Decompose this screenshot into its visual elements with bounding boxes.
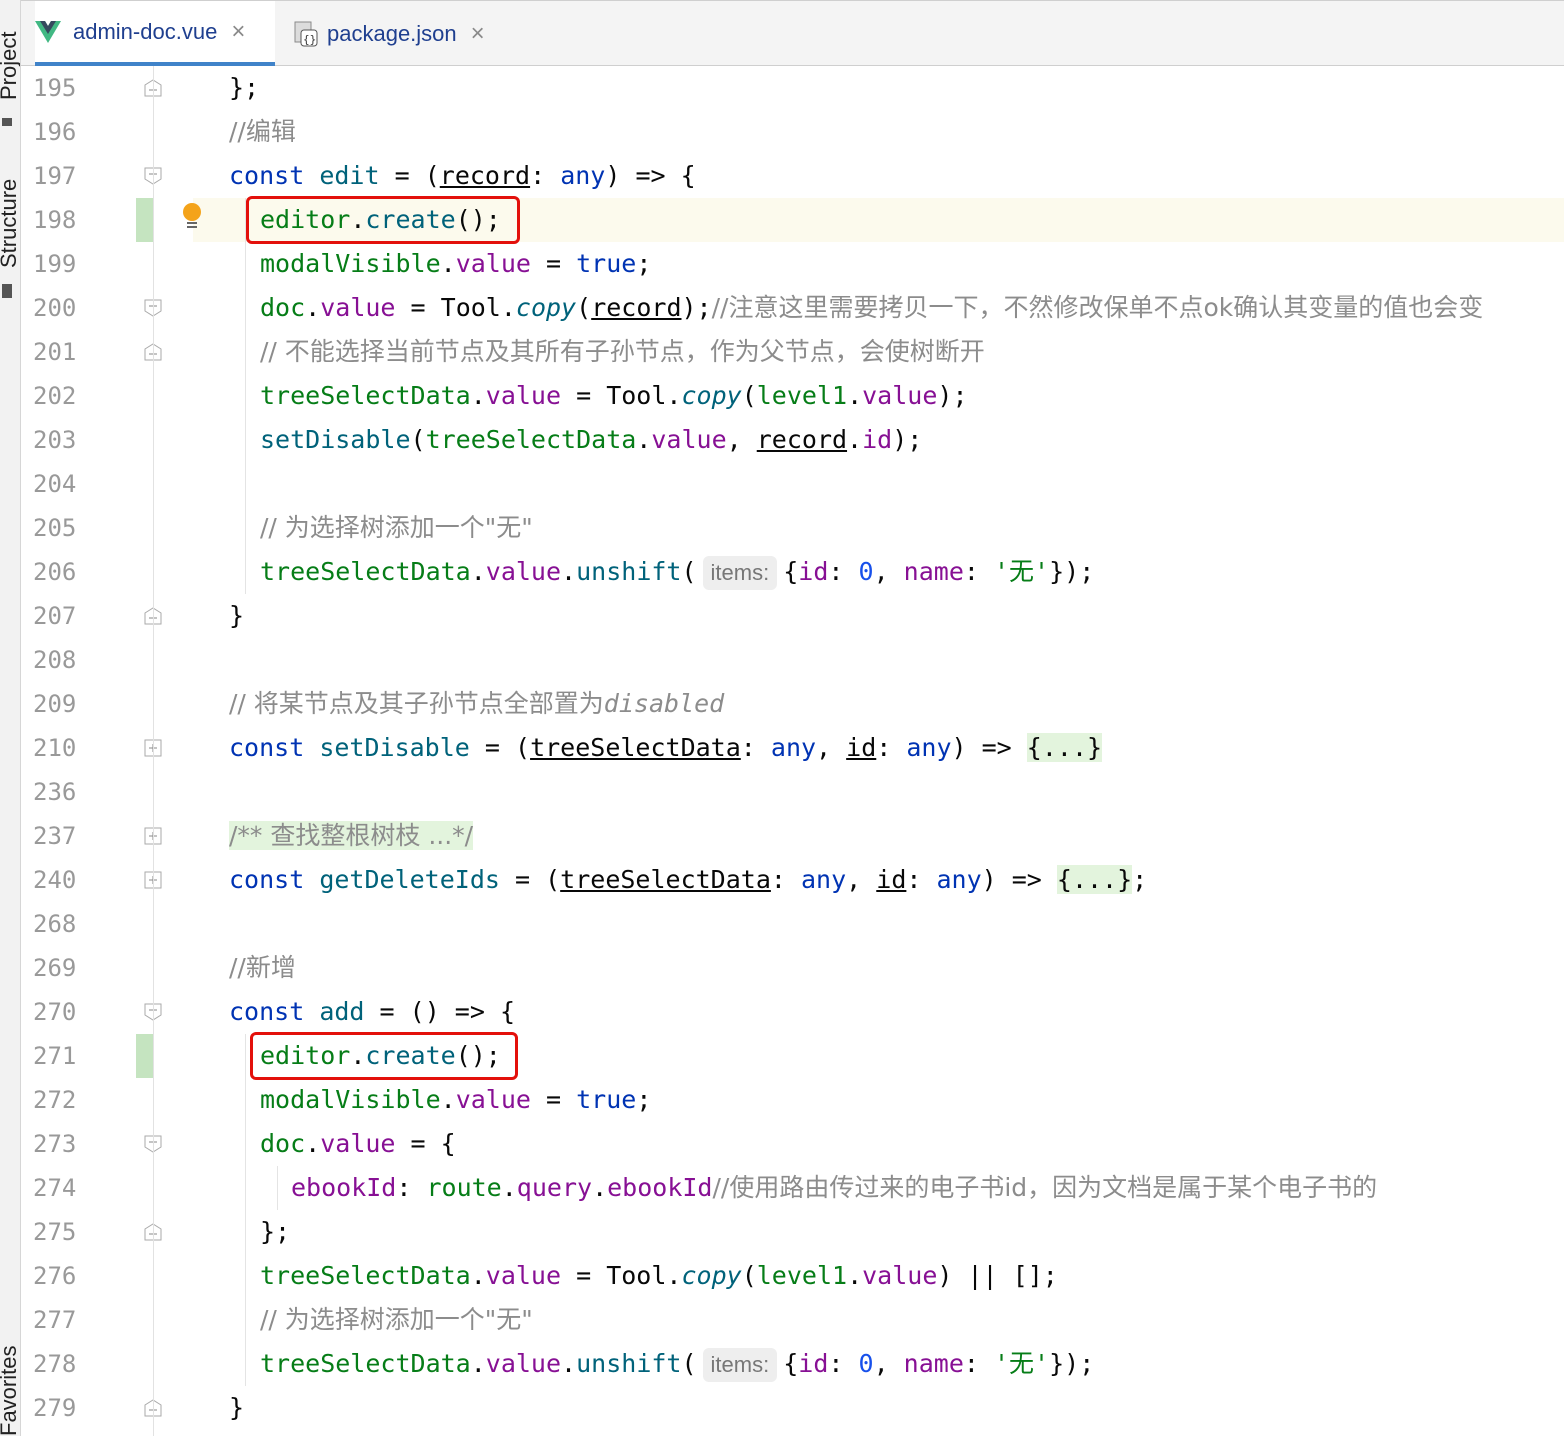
- code-editor[interactable]: }; //编辑 const edit = (record: any) => { …: [183, 66, 1564, 1436]
- code-line: treeSelectData.value.unshift(items: {id: …: [260, 1342, 1094, 1386]
- structure-tool-tab[interactable]: Structure: [0, 179, 20, 268]
- structure-icon: [2, 284, 12, 298]
- gutter-separator: [153, 66, 154, 1436]
- parameter-hint: items:: [702, 556, 778, 590]
- editor-tab-bar: admin-doc.vue × {} package.json ×: [21, 0, 1564, 66]
- line-number: 195: [33, 74, 77, 102]
- code-line: modalVisible.value = true;: [260, 249, 652, 278]
- line-number: 206: [33, 558, 77, 586]
- indent-guide: [245, 198, 246, 594]
- comment: //使用路由传过来的电子书id，因为文档是属于某个电子书的: [712, 1173, 1378, 1202]
- line-number: 277: [33, 1306, 77, 1334]
- code-line: treeSelectData.value.unshift(items: {id: …: [260, 550, 1094, 594]
- code-line: }: [229, 601, 245, 630]
- comment: // 为选择树添加一个"无": [260, 513, 533, 542]
- change-marker[interactable]: [136, 1034, 154, 1078]
- folder-icon: [2, 118, 12, 126]
- project-tool-tab[interactable]: Project: [0, 32, 20, 100]
- tab-label: package.json: [327, 20, 457, 46]
- code-line: const getDeleteIds = (treeSelectData: an…: [229, 865, 1148, 894]
- code-line: doc.value = {: [260, 1129, 456, 1158]
- line-number: 209: [33, 690, 77, 718]
- code-line: const add = () => {: [229, 997, 515, 1026]
- folded-doc-comment[interactable]: /** 查找整根树枝 ...*/: [229, 821, 474, 850]
- line-number: 276: [33, 1262, 77, 1290]
- vue-icon: [35, 20, 61, 43]
- line-number: 197: [33, 162, 77, 190]
- tab-label: admin-doc.vue: [73, 18, 218, 44]
- code-line: modalVisible.value = true;: [260, 1085, 652, 1114]
- tab-admin-doc-vue[interactable]: admin-doc.vue ×: [35, 1, 275, 66]
- line-number: 201: [33, 338, 77, 366]
- line-number: 273: [33, 1130, 77, 1158]
- line-number: 274: [33, 1174, 77, 1202]
- code-line: // 将某节点及其子孙节点全部置为disabled: [229, 682, 724, 726]
- line-number: 269: [33, 954, 77, 982]
- code-line: }: [229, 1393, 245, 1422]
- change-marker[interactable]: [136, 198, 154, 242]
- svg-text:{}: {}: [303, 33, 316, 46]
- indent-guide: [245, 1034, 246, 1386]
- line-number: 210: [33, 734, 77, 762]
- comment: // 不能选择当前节点及其所有子孙节点，作为父节点，会使树断开: [260, 337, 985, 366]
- tool-window-strip: Project Structure Favorites: [0, 0, 21, 1436]
- line-number: 202: [33, 382, 77, 410]
- comment: // 将某节点及其子孙节点全部置为: [229, 689, 604, 718]
- line-number: 268: [33, 910, 77, 938]
- folded-region[interactable]: {...}: [1056, 865, 1133, 894]
- close-icon[interactable]: ×: [231, 18, 245, 46]
- code-line: treeSelectData.value = Tool.copy(level1.…: [260, 1261, 1058, 1290]
- code-line: // 不能选择当前节点及其所有子孙节点，作为父节点，会使树断开: [260, 330, 985, 374]
- line-number: 275: [33, 1218, 77, 1246]
- lightbulb-icon[interactable]: [181, 202, 203, 232]
- line-number: 207: [33, 602, 77, 630]
- indent-guide: [277, 1166, 278, 1210]
- line-number: 240: [33, 866, 77, 894]
- code-line: //新增: [229, 946, 296, 990]
- line-number: 196: [33, 118, 77, 146]
- json-file-icon: {}: [294, 21, 318, 46]
- code-line: ebookId: route.query.ebookId//使用路由传过来的电子…: [291, 1173, 1378, 1202]
- comment: disabled: [603, 689, 725, 718]
- code-line: // 为选择树添加一个"无": [260, 506, 533, 550]
- line-number: 204: [33, 470, 77, 498]
- line-number: 200: [33, 294, 77, 322]
- code-line: // 为选择树添加一个"无": [260, 1298, 533, 1342]
- tab-package-json[interactable]: {} package.json ×: [293, 1, 485, 66]
- close-icon[interactable]: ×: [471, 20, 485, 48]
- line-number: 270: [33, 998, 77, 1026]
- annotation-highlight-box: [246, 196, 520, 244]
- favorites-tool-tab[interactable]: Favorites: [0, 1346, 20, 1436]
- line-number: 203: [33, 426, 77, 454]
- line-number: 272: [33, 1086, 77, 1114]
- comment: //注意这里需要拷贝一下，不然修改保单不点ok确认其变量的值也会变: [711, 293, 1484, 322]
- comment: // 为选择树添加一个"无": [260, 1305, 533, 1334]
- editor-gutter: 195 196 197 198 199 200 201 202 203 204 …: [21, 66, 193, 1436]
- line-number: 271: [33, 1042, 77, 1070]
- comment: //编辑: [229, 117, 296, 146]
- comment: //新增: [229, 953, 296, 982]
- code-line: setDisable(treeSelectData.value, record.…: [260, 425, 923, 454]
- code-line: };: [260, 1217, 291, 1246]
- line-number: 237: [33, 822, 77, 850]
- line-number: 236: [33, 778, 77, 806]
- code-line: doc.value = Tool.copy(record);//注意这里需要拷贝…: [260, 293, 1484, 322]
- line-number: 278: [33, 1350, 77, 1378]
- code-line: //编辑: [229, 110, 296, 154]
- code-line: };: [229, 73, 260, 102]
- line-number: 279: [33, 1394, 77, 1422]
- line-number: 199: [33, 250, 77, 278]
- code-line: const edit = (record: any) => {: [229, 161, 696, 190]
- line-number: 205: [33, 514, 77, 542]
- parameter-hint: items:: [702, 1348, 778, 1382]
- annotation-highlight-box: [250, 1032, 518, 1080]
- code-line: const setDisable = (treeSelectData: any,…: [229, 733, 1103, 762]
- code-line: /** 查找整根树枝 ...*/: [229, 814, 474, 858]
- line-number: 198: [33, 206, 77, 234]
- folded-region[interactable]: {...}: [1026, 733, 1103, 762]
- code-line: treeSelectData.value = Tool.copy(level1.…: [260, 381, 968, 410]
- line-number: 208: [33, 646, 77, 674]
